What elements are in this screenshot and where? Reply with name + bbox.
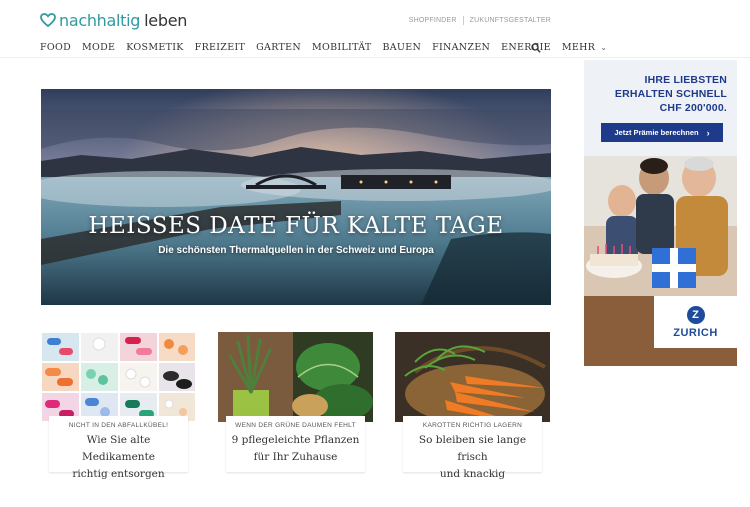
top-links: SHOPFINDER ZUKUNFTSGESTALTER <box>409 16 551 25</box>
logo-text-secondary: leben <box>144 10 188 30</box>
card-kicker: KAROTTEN RICHTIG LAGERN <box>422 422 523 429</box>
card-title: So bleiben sie lange frisch und knackig <box>403 432 542 483</box>
card-kicker: WENN DER GRÜNE DAUMEN FEHLT <box>235 422 356 429</box>
ad-headline-line: ERHALTEN SCHNELL <box>614 88 727 100</box>
nav-item-finanzen[interactable]: FINANZEN <box>432 42 490 53</box>
card-kicker: NICHT IN DEN ABFALLKÜBEL! <box>68 422 169 429</box>
logo-text-primary: nachhaltig <box>59 10 141 30</box>
divider <box>462 16 464 25</box>
nav-item-food[interactable]: FOOD <box>40 42 71 53</box>
shopfinder-link[interactable]: SHOPFINDER <box>409 17 457 24</box>
zurich-mark-icon: Z <box>686 305 705 324</box>
ad-headline-line: IHRE LIEBSTEN <box>644 74 727 86</box>
card-title-line: Wie Sie alte Medikamente <box>81 434 156 463</box>
ad-cta-button[interactable]: Jetzt Prämie berechnen › <box>601 123 723 142</box>
ad-headline: IHRE LIEBSTEN ERHALTEN SCHNELL CHF 200'0… <box>615 73 727 115</box>
card-caption: NICHT IN DEN ABFALLKÜBEL! Wie Sie alte M… <box>49 416 188 480</box>
hero-image <box>41 89 551 305</box>
nav-item-freizeit[interactable]: FREIZEIT <box>195 42 245 53</box>
nav-item-energie[interactable]: ENERGIE <box>501 42 551 53</box>
card-title-line: und knackig <box>439 468 506 480</box>
main-nav: FOOD MODE KOSMETIK FREIZEIT GARTEN MOBIL… <box>40 42 618 53</box>
nav-item-mobilitaet[interactable]: MOBILITÄT <box>312 42 372 53</box>
site-logo[interactable]: nachhaltig leben <box>40 10 187 30</box>
heart-logo-icon <box>40 13 56 27</box>
carrots-image <box>395 332 550 422</box>
card-title: Wie Sie alte Medikamente richtig entsorg… <box>49 432 188 483</box>
chevron-down-icon: ⌄ <box>600 43 608 52</box>
nav-item-mehr-label: MEHR <box>561 42 596 53</box>
card-title: 9 pflegeleichte Pflanzen für Ihr Zuhause <box>226 432 365 466</box>
zukunftsgestalter-link[interactable]: ZUKUNFTSGESTALTER <box>470 17 551 24</box>
ad-headline-line: CHF 200'000. <box>659 102 727 114</box>
nav-item-garten[interactable]: GARTEN <box>256 42 301 53</box>
zurich-logo: Z ZURICH <box>654 296 737 348</box>
pills-image <box>41 332 196 422</box>
card-caption: KAROTTEN RICHTIG LAGERN So bleiben sie l… <box>403 416 542 480</box>
nav-item-mehr[interactable]: MEHR ⌄ <box>562 42 607 53</box>
nav-item-bauen[interactable]: BAUEN <box>382 42 421 53</box>
ad-cta-label: Jetzt Prämie berechnen <box>614 128 699 137</box>
plants-image <box>218 332 373 422</box>
zurich-brand-text: ZURICH <box>673 326 718 339</box>
article-card-karotten[interactable]: KAROTTEN RICHTIG LAGERN So bleiben sie l… <box>395 332 550 480</box>
card-title-line: für Ihr Zuhause <box>253 451 338 463</box>
nav-item-kosmetik[interactable]: KOSMETIK <box>126 42 183 53</box>
article-card-medikamente[interactable]: NICHT IN DEN ABFALLKÜBEL! Wie Sie alte M… <box>41 332 196 480</box>
hero-title: HEISSES DATE FÜR KALTE TAGE <box>88 213 504 239</box>
article-card-pflanzen[interactable]: WENN DER GRÜNE DAUMEN FEHLT 9 pflegeleic… <box>218 332 373 472</box>
header-divider <box>0 57 750 58</box>
search-icon[interactable] <box>531 43 541 53</box>
nav-item-mode[interactable]: MODE <box>82 42 115 53</box>
card-caption: WENN DER GRÜNE DAUMEN FEHLT 9 pflegeleic… <box>226 416 365 472</box>
hero-teaser[interactable]: HEISSES DATE FÜR KALTE TAGE Die schönste… <box>41 89 551 305</box>
hero-subtitle: Die schönsten Thermalquellen in der Schw… <box>158 245 434 256</box>
chevron-right-icon: › <box>706 127 710 138</box>
card-title-line: richtig entsorgen <box>72 468 165 480</box>
zurich-ad[interactable]: IHRE LIEBSTEN ERHALTEN SCHNELL CHF 200'0… <box>584 60 737 366</box>
card-title-line: 9 pflegeleichte Pflanzen <box>231 434 360 446</box>
card-title-line: So bleiben sie lange frisch <box>418 434 527 463</box>
